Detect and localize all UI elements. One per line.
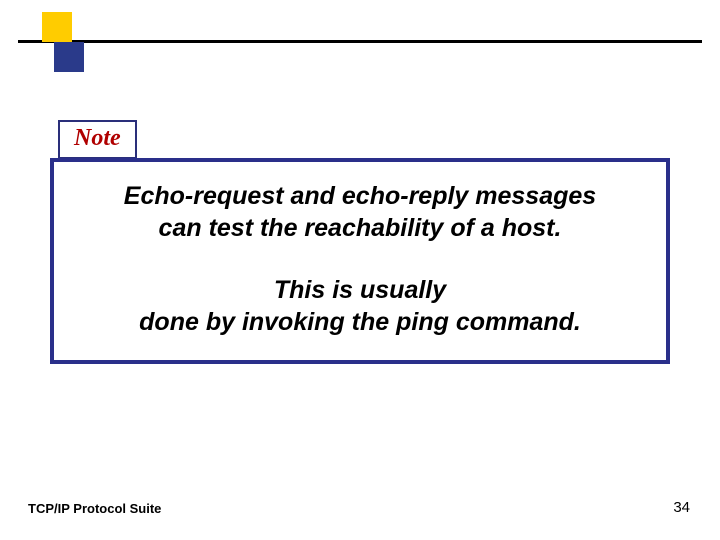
footer-title: TCP/IP Protocol Suite [28,501,161,516]
blue-square-icon [54,42,84,72]
header-rule [18,40,702,43]
content-paragraph-1: Echo-request and echo-reply messages can… [66,180,654,244]
content-paragraph-2: This is usually done by invoking the pin… [66,274,654,338]
content-box: Echo-request and echo-reply messages can… [50,158,670,364]
content-line-1: Echo-request and echo-reply messages [124,182,596,210]
content-line-4: done by invoking the ping command. [139,308,581,336]
note-box: Note [58,120,137,159]
yellow-square-icon [42,12,72,42]
corner-decoration [18,12,108,72]
page-number: 34 [673,499,690,516]
content-line-2: can test the reachability of a host. [159,214,562,242]
note-label: Note [74,125,121,151]
content-line-3: This is usually [274,276,446,304]
